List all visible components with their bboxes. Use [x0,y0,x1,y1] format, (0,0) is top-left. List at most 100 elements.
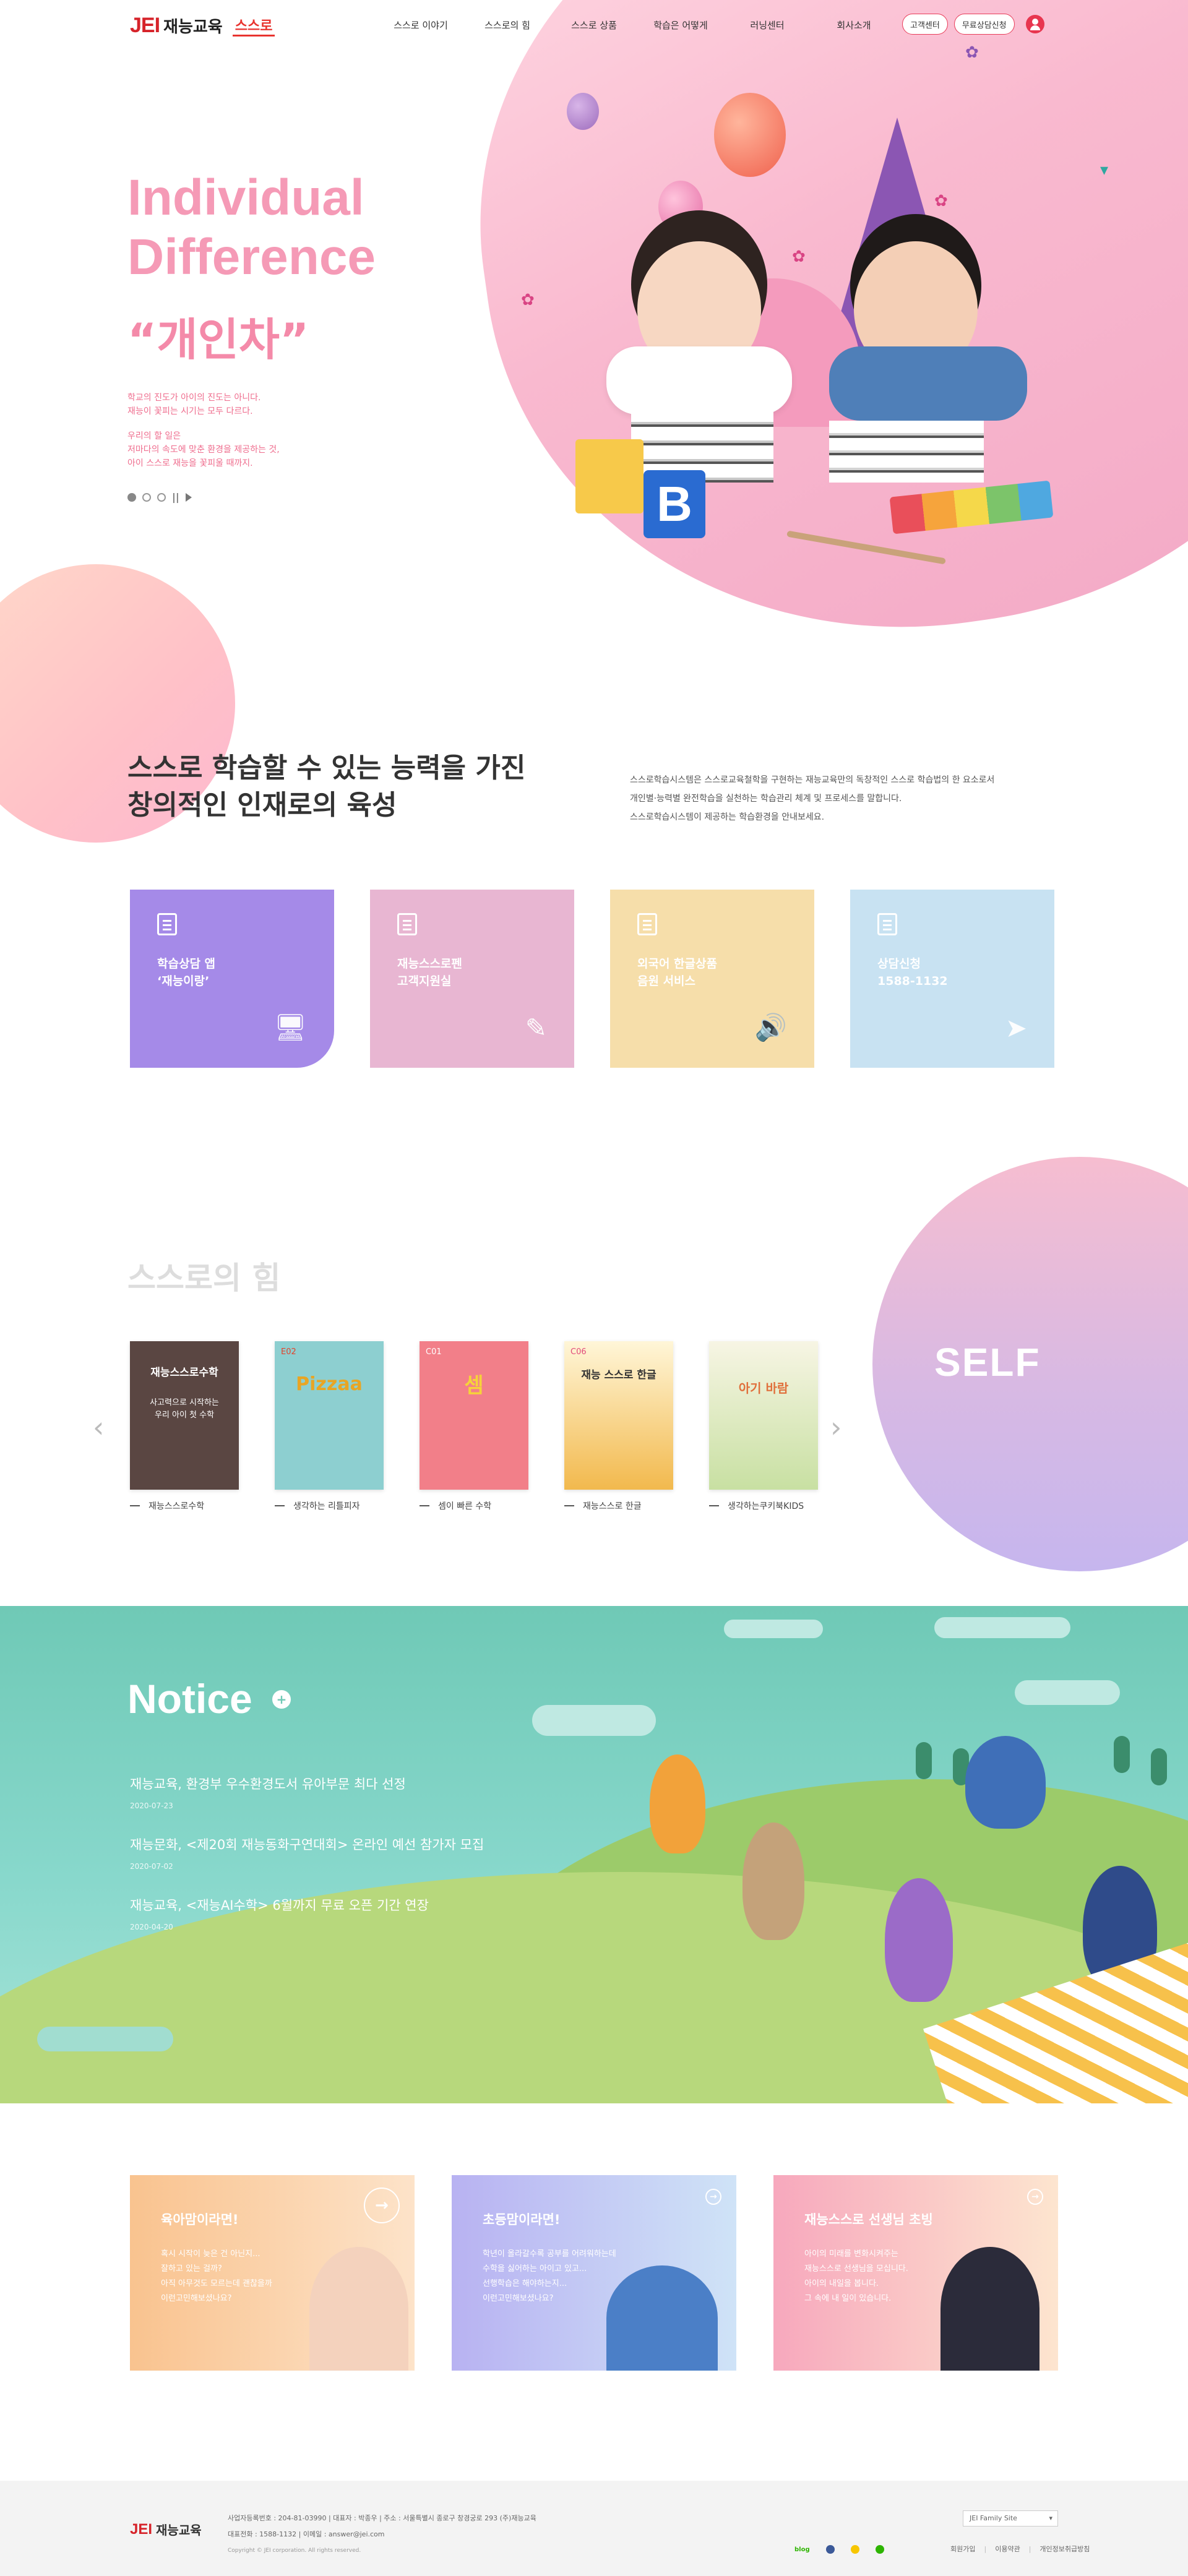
free-consult-button[interactable]: 무료상담신청 [953,14,1015,35]
footer-logo[interactable]: JEI 재능교육 [130,2520,202,2538]
family-site-select[interactable]: JEI Family Site [963,2510,1058,2527]
mallet [786,530,946,565]
pause-icon[interactable]: || [172,491,179,503]
notice-item[interactable]: 재능교육, 환경부 우수환경도서 유아부문 최다 선정 2020-07-23 [130,1774,484,1810]
book-item[interactable]: E02 Pizzaa 생각하는 리틀피자 [275,1341,384,1512]
document-icon [877,913,897,935]
logo-name: 재능교육 [163,18,223,36]
notice-item[interactable]: 재능문화, <제20회 재능동화구연대회> 온라인 예선 참가자 모집 2020… [130,1835,484,1871]
book-item[interactable]: C01 셈 셈이 빠른 수학 [420,1341,528,1512]
intro-desc-line: 스스로학습시스템이 제공하는 학습환경을 안내보세요. [630,812,825,822]
book-stack-right [829,421,984,483]
book-item[interactable]: C06 재능 스스로 한글 재능스스로 한글 [564,1341,673,1512]
nav-item-learning-center[interactable]: 러닝센터 [724,19,811,32]
book-cover-title: 재능스스로수학 [150,1367,218,1379]
intro-desc-line: 스스로학습시스템은 스스로교육철학을 구현하는 재능교육만의 독창적인 스스로 … [630,775,995,785]
service-cards: 학습상담 앱 ‘재능이랑’ 🖥 재능스스로펜 고객지원실 ✎ 외국어 한글상품 … [130,890,1054,1068]
book-cover-code: C06 [570,1347,587,1357]
banner-title: 초등맘이라면! [483,2212,561,2227]
hero-desc-line: 학교의 진도가 아이의 진도는 아니다. [127,393,261,403]
notice-more-button[interactable]: + [272,1690,291,1709]
card-audio-service[interactable]: 외국어 한글상품 음원 서비스 🔊 [610,890,814,1068]
card-label: 학습상담 앱 [157,957,216,971]
customer-center-button[interactable]: 고객센터 [902,14,948,35]
banner-preschool-moms[interactable]: 육아맘이라면! 혹시 시작이 늦은 건 아닌지... 잘하고 있는 걸까? 아직 아… [130,2175,415,2371]
card-consult-request[interactable]: 상담신청 1588-1132 ➤ [850,890,1054,1068]
book-item[interactable]: 재능스스로수학 사고력으로 시작하는 우리 아이 첫 수학 재능스스로수학 [130,1341,239,1512]
banner-teacher-recruit[interactable]: 재능스스로 선생님 초빙 아이의 미래를 변화시켜주는 재능스스로 선생님을 모십… [773,2175,1058,2371]
facebook-icon[interactable] [825,2545,835,2554]
book-cover-title: 셈 [464,1373,484,1398]
intro-title-line1: 스스로 학습할 수 있는 능력을 가진 [127,752,526,784]
intro-title: 스스로 학습할 수 있는 능력을 가진 창의적인 인재로의 육성 [127,750,525,824]
footer-links: 회원가입 이용약관 개인정보취급방침 [950,2544,1090,2554]
book-caption: 셈이 빠른 수학 [420,1500,528,1512]
hero-desc-line: 재능이 꽃피는 시기는 모두 다르다. [127,406,253,416]
kakaostory-icon[interactable] [850,2545,859,2554]
intro-title-line2: 창의적인 인재로의 육성 [127,789,397,821]
prev-arrow-icon[interactable]: ‹ [93,1410,104,1444]
hero-pagination: || [127,491,192,503]
footer-link-terms[interactable]: 이용약관 [984,2544,1020,2554]
card-label: 재능스스로펜 [397,957,462,971]
tree [916,1742,932,1779]
next-arrow-icon[interactable]: › [830,1410,842,1444]
header: JEI 재능교육 스스로 스스로 이야기 스스로의 힘 스스로 상품 학습은 어… [0,0,1188,52]
star-icon: ✿ [934,192,948,210]
students-image [606,2265,718,2371]
card-consult-app[interactable]: 학습상담 앱 ‘재능이랑’ 🖥 [130,890,334,1068]
hero-desc-line: 저마다의 속도에 맞춘 환경을 제공하는 것, [127,445,280,455]
nav-item-products[interactable]: 스스로 상품 [551,19,637,32]
tree [1151,1748,1167,1785]
crayon-cup [575,439,644,513]
footer-sns: blog [794,2545,884,2554]
page: JEI 재능교육 스스로 스스로 이야기 스스로의 힘 스스로 상품 학습은 어… [0,0,1188,2576]
grandfather-image [742,1823,804,1940]
nav-item-learning[interactable]: 학습은 어떻게 [637,19,724,32]
nav-item-story[interactable]: 스스로 이야기 [377,19,464,32]
slide-dot-1[interactable] [127,492,136,502]
footer-link-privacy[interactable]: 개인정보취급방침 [1029,2544,1090,2554]
footer-name: 재능교육 [156,2523,202,2538]
slide-dot-3[interactable] [157,492,166,502]
footer-copyright: Copyright © JEI corporation. All rights … [228,2548,361,2554]
nav-item-company[interactable]: 회사소개 [811,19,897,32]
arrow-right-icon[interactable]: → [1027,2189,1043,2205]
star-icon: ✿ [521,291,535,309]
blog-icon[interactable]: blog [794,2546,810,2553]
play-icon[interactable] [185,492,192,502]
book-caption: 재능스스로 한글 [564,1500,673,1512]
self-section-title: 스스로의 힘 [127,1260,281,1296]
cloud [934,1617,1070,1638]
hero-title-line1: Individual [127,170,364,226]
card-pen-support[interactable]: 재능스스로펜 고객지원실 ✎ [370,890,574,1068]
book-cover-code: E02 [281,1347,296,1357]
footer-link-signup[interactable]: 회원가입 [950,2544,975,2554]
footer-info: 사업자등록번호 : 204-81-03990 | 대표자 : 박종우 | 주소 … [228,2510,536,2559]
speaker-icon: 🔊 [754,1012,787,1042]
main-nav: 스스로 이야기 스스로의 힘 스스로 상품 학습은 어떻게 러닝센터 회사소개 [377,19,897,32]
kids-bicycle-image [965,1736,1046,1829]
arrow-right-icon[interactable]: → [364,2187,400,2223]
notice-item-date: 2020-07-23 [130,1801,173,1810]
cloud [532,1705,656,1736]
xylophone [889,480,1054,535]
hero-desc-line: 아이 스스로 재능을 꽃피울 때까지. [127,458,253,468]
nav-item-power[interactable]: 스스로의 힘 [464,19,551,32]
notice-item[interactable]: 재능교육, <재능AI수학> 6월까지 무료 오픈 기간 연장 2020-04-… [130,1896,484,1931]
document-icon [397,913,417,935]
arrow-right-icon[interactable]: → [705,2189,721,2205]
book-item[interactable]: 아기 바람 생각하는쿠키북KIDS [709,1341,818,1512]
slide-dot-2[interactable] [142,492,151,502]
book-cover: 아기 바람 [709,1341,818,1490]
monitor-icon: 🖥 [273,1012,307,1042]
notice-item-title: 재능문화, <제20회 재능동화구연대회> 온라인 예선 참가자 모집 [130,1837,484,1852]
banner-elementary-moms[interactable]: 초등맘이라면! 학년이 올라갈수록 공부를 어려워하는데 수학을 싫어하는 아이고… [452,2175,736,2371]
card-label: ‘재능이랑’ [157,974,210,988]
notice-title: Notice [127,1676,252,1722]
hero-description: 학교의 진도가 아이의 진도는 아니다. 재능이 꽃피는 시기는 모두 다르다. … [127,391,280,470]
user-icon[interactable] [1025,15,1044,33]
card-label: 고객지원실 [397,974,452,988]
logo[interactable]: JEI 재능교육 스스로 [130,14,275,38]
naver-post-icon[interactable] [875,2545,884,2554]
